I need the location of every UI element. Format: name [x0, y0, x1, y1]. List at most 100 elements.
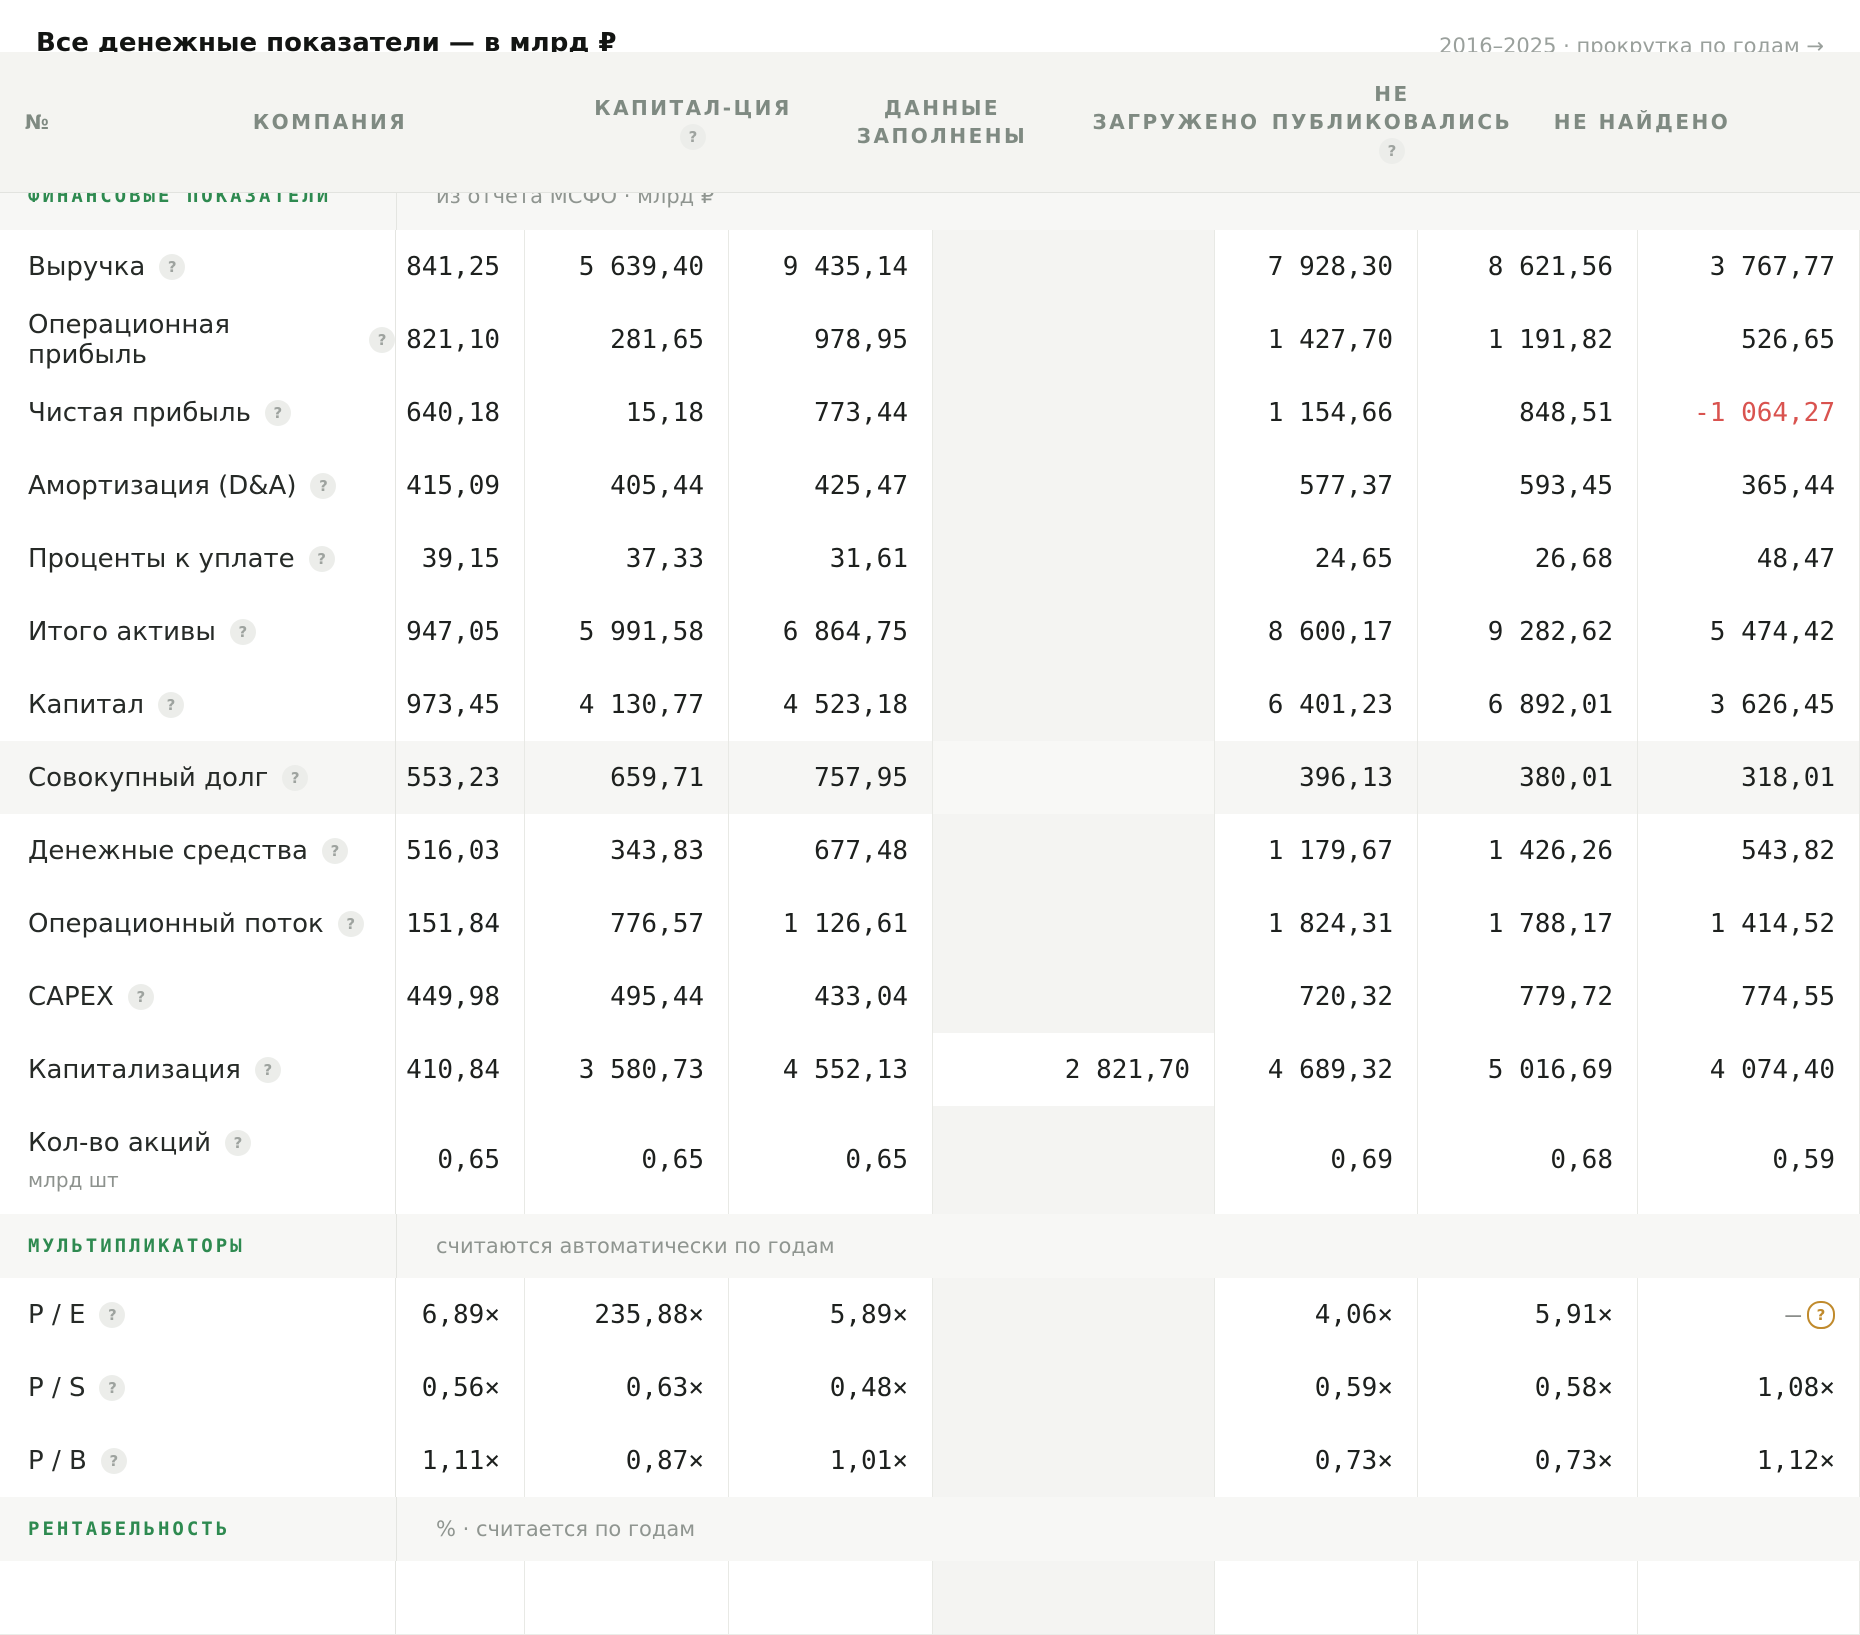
value-cell[interactable]: 15,18 — [525, 376, 729, 449]
value-cell[interactable]: 1 179,67 — [1215, 814, 1418, 887]
value-cell[interactable]: 235,88× — [525, 1278, 729, 1351]
help-icon[interactable]: ? — [159, 253, 186, 280]
value-cell[interactable]: 1 824,31 — [1215, 887, 1418, 960]
table-row[interactable]: Операционный поток? 151,84 776,57 1 126,61 1… — [0, 887, 1860, 961]
value-cell[interactable]: 1,11× — [396, 1424, 525, 1497]
value-cell[interactable]: 6 892,01 — [1418, 668, 1638, 741]
value-cell[interactable]: 0,73× — [1418, 1424, 1638, 1497]
help-icon[interactable]: ? — [100, 1447, 127, 1474]
help-icon[interactable]: ? — [369, 326, 395, 353]
value-cell[interactable]: 425,47 — [729, 449, 933, 522]
value-cell[interactable]: 318,01 — [1638, 741, 1860, 814]
table-row[interactable] — [0, 1561, 1860, 1635]
value-cell[interactable]: 6,89× — [396, 1278, 525, 1351]
value-cell[interactable]: 774,55 — [1638, 960, 1860, 1033]
table-row[interactable]: Чистая прибыль? 640,18 15,18 773,44 1 154,66… — [0, 376, 1860, 450]
value-cell[interactable]: 0,48× — [729, 1351, 933, 1424]
header-capitalization[interactable]: КАПИТАЛ-ЦИЯ ? — [590, 52, 796, 192]
value-cell[interactable]: 48,47 — [1638, 522, 1860, 595]
value-cell[interactable]: 7 928,30 — [1215, 230, 1418, 303]
value-cell[interactable]: 0,87× — [525, 1424, 729, 1497]
value-cell[interactable]: 0,58× — [1418, 1351, 1638, 1424]
value-cell[interactable]: 978,95 — [729, 303, 933, 376]
help-icon[interactable]: ? — [308, 545, 335, 572]
value-cell[interactable]: 0,65 — [729, 1106, 933, 1214]
value-cell[interactable]: 1,12× — [1638, 1424, 1860, 1497]
value-cell[interactable]: 1,08× — [1638, 1351, 1860, 1424]
help-icon[interactable]: ? — [321, 837, 348, 864]
value-cell[interactable]: 39,15 — [396, 522, 525, 595]
value-cell[interactable]: 433,04 — [729, 960, 933, 1033]
value-cell[interactable]: 343,83 — [525, 814, 729, 887]
help-icon[interactable]: ? — [127, 983, 154, 1010]
value-cell[interactable]: 640,18 — [396, 376, 525, 449]
value-cell[interactable]: 0,65 — [525, 1106, 729, 1214]
value-cell[interactable]: 553,23 — [396, 741, 525, 814]
value-cell[interactable]: 5 474,42 — [1638, 595, 1860, 668]
value-cell[interactable]: 593,45 — [1418, 449, 1638, 522]
help-icon[interactable]: ? — [157, 691, 184, 718]
value-cell[interactable]: 0,69 — [1215, 1106, 1418, 1214]
help-icon[interactable]: ? — [282, 764, 309, 791]
value-cell[interactable]: 2 821,70 — [933, 1033, 1215, 1106]
value-cell[interactable]: 1 191,82 — [1418, 303, 1638, 376]
value-cell[interactable]: 1 154,66 — [1215, 376, 1418, 449]
value-cell[interactable]: 677,48 — [729, 814, 933, 887]
value-cell[interactable]: 848,51 — [1418, 376, 1638, 449]
help-icon[interactable]: ? — [264, 399, 291, 426]
value-cell[interactable]: 779,72 — [1418, 960, 1638, 1033]
warning-help-icon[interactable]: ? — [1807, 1300, 1835, 1329]
value-cell[interactable]: 1 427,70 — [1215, 303, 1418, 376]
header-data-filled[interactable]: ДАННЫЕ ЗАПОЛНЕНЫ — [836, 52, 1048, 192]
table-row[interactable]: Денежные средства? 516,03 343,83 677,48 1 17… — [0, 814, 1860, 888]
table-row[interactable]: Совокупный долг? 553,23 659,71 757,95 396,13… — [0, 741, 1860, 815]
help-icon[interactable]: ? — [254, 1056, 281, 1083]
value-cell[interactable]: 1 788,17 — [1418, 887, 1638, 960]
help-icon[interactable]: ? — [229, 618, 256, 645]
value-cell[interactable]: 4,06× — [1215, 1278, 1418, 1351]
value-cell[interactable]: 0,73× — [1215, 1424, 1418, 1497]
value-cell[interactable]: 1 426,26 — [1418, 814, 1638, 887]
value-cell[interactable]: 415,09 — [396, 449, 525, 522]
help-icon[interactable]: ? — [225, 1130, 251, 1156]
help-icon[interactable]: ? — [337, 910, 364, 937]
value-cell[interactable]: 4 552,13 — [729, 1033, 933, 1106]
table-row[interactable]: P / B? 1,11× 0,87× 1,01× 0,73× 0,73× 1,12× — [0, 1424, 1860, 1498]
value-cell[interactable]: 973,45 — [396, 668, 525, 741]
table-row[interactable]: P / E? 6,89× 235,88× 5,89× 4,06× 5,91× —? — [0, 1278, 1860, 1352]
value-cell[interactable]: 151,84 — [396, 887, 525, 960]
help-icon[interactable]: ? — [310, 472, 337, 499]
value-cell[interactable]: 9 282,62 — [1418, 595, 1638, 668]
value-cell[interactable]: 3 626,45 — [1638, 668, 1860, 741]
value-cell[interactable]: 8 600,17 — [1215, 595, 1418, 668]
value-cell[interactable]: 0,56× — [396, 1351, 525, 1424]
header-loaded[interactable]: ЗАГРУЖЕНО — [1090, 52, 1262, 192]
value-cell[interactable]: 6 401,23 — [1215, 668, 1418, 741]
value-cell[interactable]: 841,25 — [396, 230, 525, 303]
value-cell[interactable]: 659,71 — [525, 741, 729, 814]
table-row[interactable]: Итого активы? 947,05 5 991,58 6 864,75 8 600… — [0, 595, 1860, 669]
value-cell[interactable]: —? — [1638, 1278, 1860, 1351]
value-cell[interactable]: 0,68 — [1418, 1106, 1638, 1214]
value-cell[interactable]: 3 767,77 — [1638, 230, 1860, 303]
table-row[interactable]: CAPEX? 449,98 495,44 433,04 720,32 779,72 774,… — [0, 960, 1860, 1034]
value-cell[interactable]: 5,89× — [729, 1278, 933, 1351]
header-company[interactable]: КОМПАНИЯ — [160, 52, 500, 192]
value-cell[interactable]: 8 621,56 — [1418, 230, 1638, 303]
value-cell[interactable]: 449,98 — [396, 960, 525, 1033]
table-row[interactable]: Капитализация? 410,84 3 580,73 4 552,13 2 82… — [0, 1033, 1860, 1107]
value-cell[interactable]: 516,03 — [396, 814, 525, 887]
value-cell[interactable]: 26,68 — [1418, 522, 1638, 595]
value-cell[interactable]: 365,44 — [1638, 449, 1860, 522]
value-cell[interactable]: 773,44 — [729, 376, 933, 449]
value-cell[interactable]: 495,44 — [525, 960, 729, 1033]
value-cell[interactable]: 4 074,40 — [1638, 1033, 1860, 1106]
header-not-published[interactable]: НЕ ПУБЛИКОВАЛИСЬ ? — [1272, 52, 1512, 192]
value-cell[interactable]: 380,01 — [1418, 741, 1638, 814]
value-cell[interactable]: 0,65 — [396, 1106, 525, 1214]
help-icon[interactable]: ? — [99, 1374, 126, 1401]
value-cell[interactable]: 410,84 — [396, 1033, 525, 1106]
value-cell[interactable]: 5 991,58 — [525, 595, 729, 668]
table-row[interactable]: Капитал? 973,45 4 130,77 4 523,18 6 401,23 6 … — [0, 668, 1860, 742]
table-row[interactable]: Проценты к уплате? 39,15 37,33 31,61 24,65 26… — [0, 522, 1860, 596]
